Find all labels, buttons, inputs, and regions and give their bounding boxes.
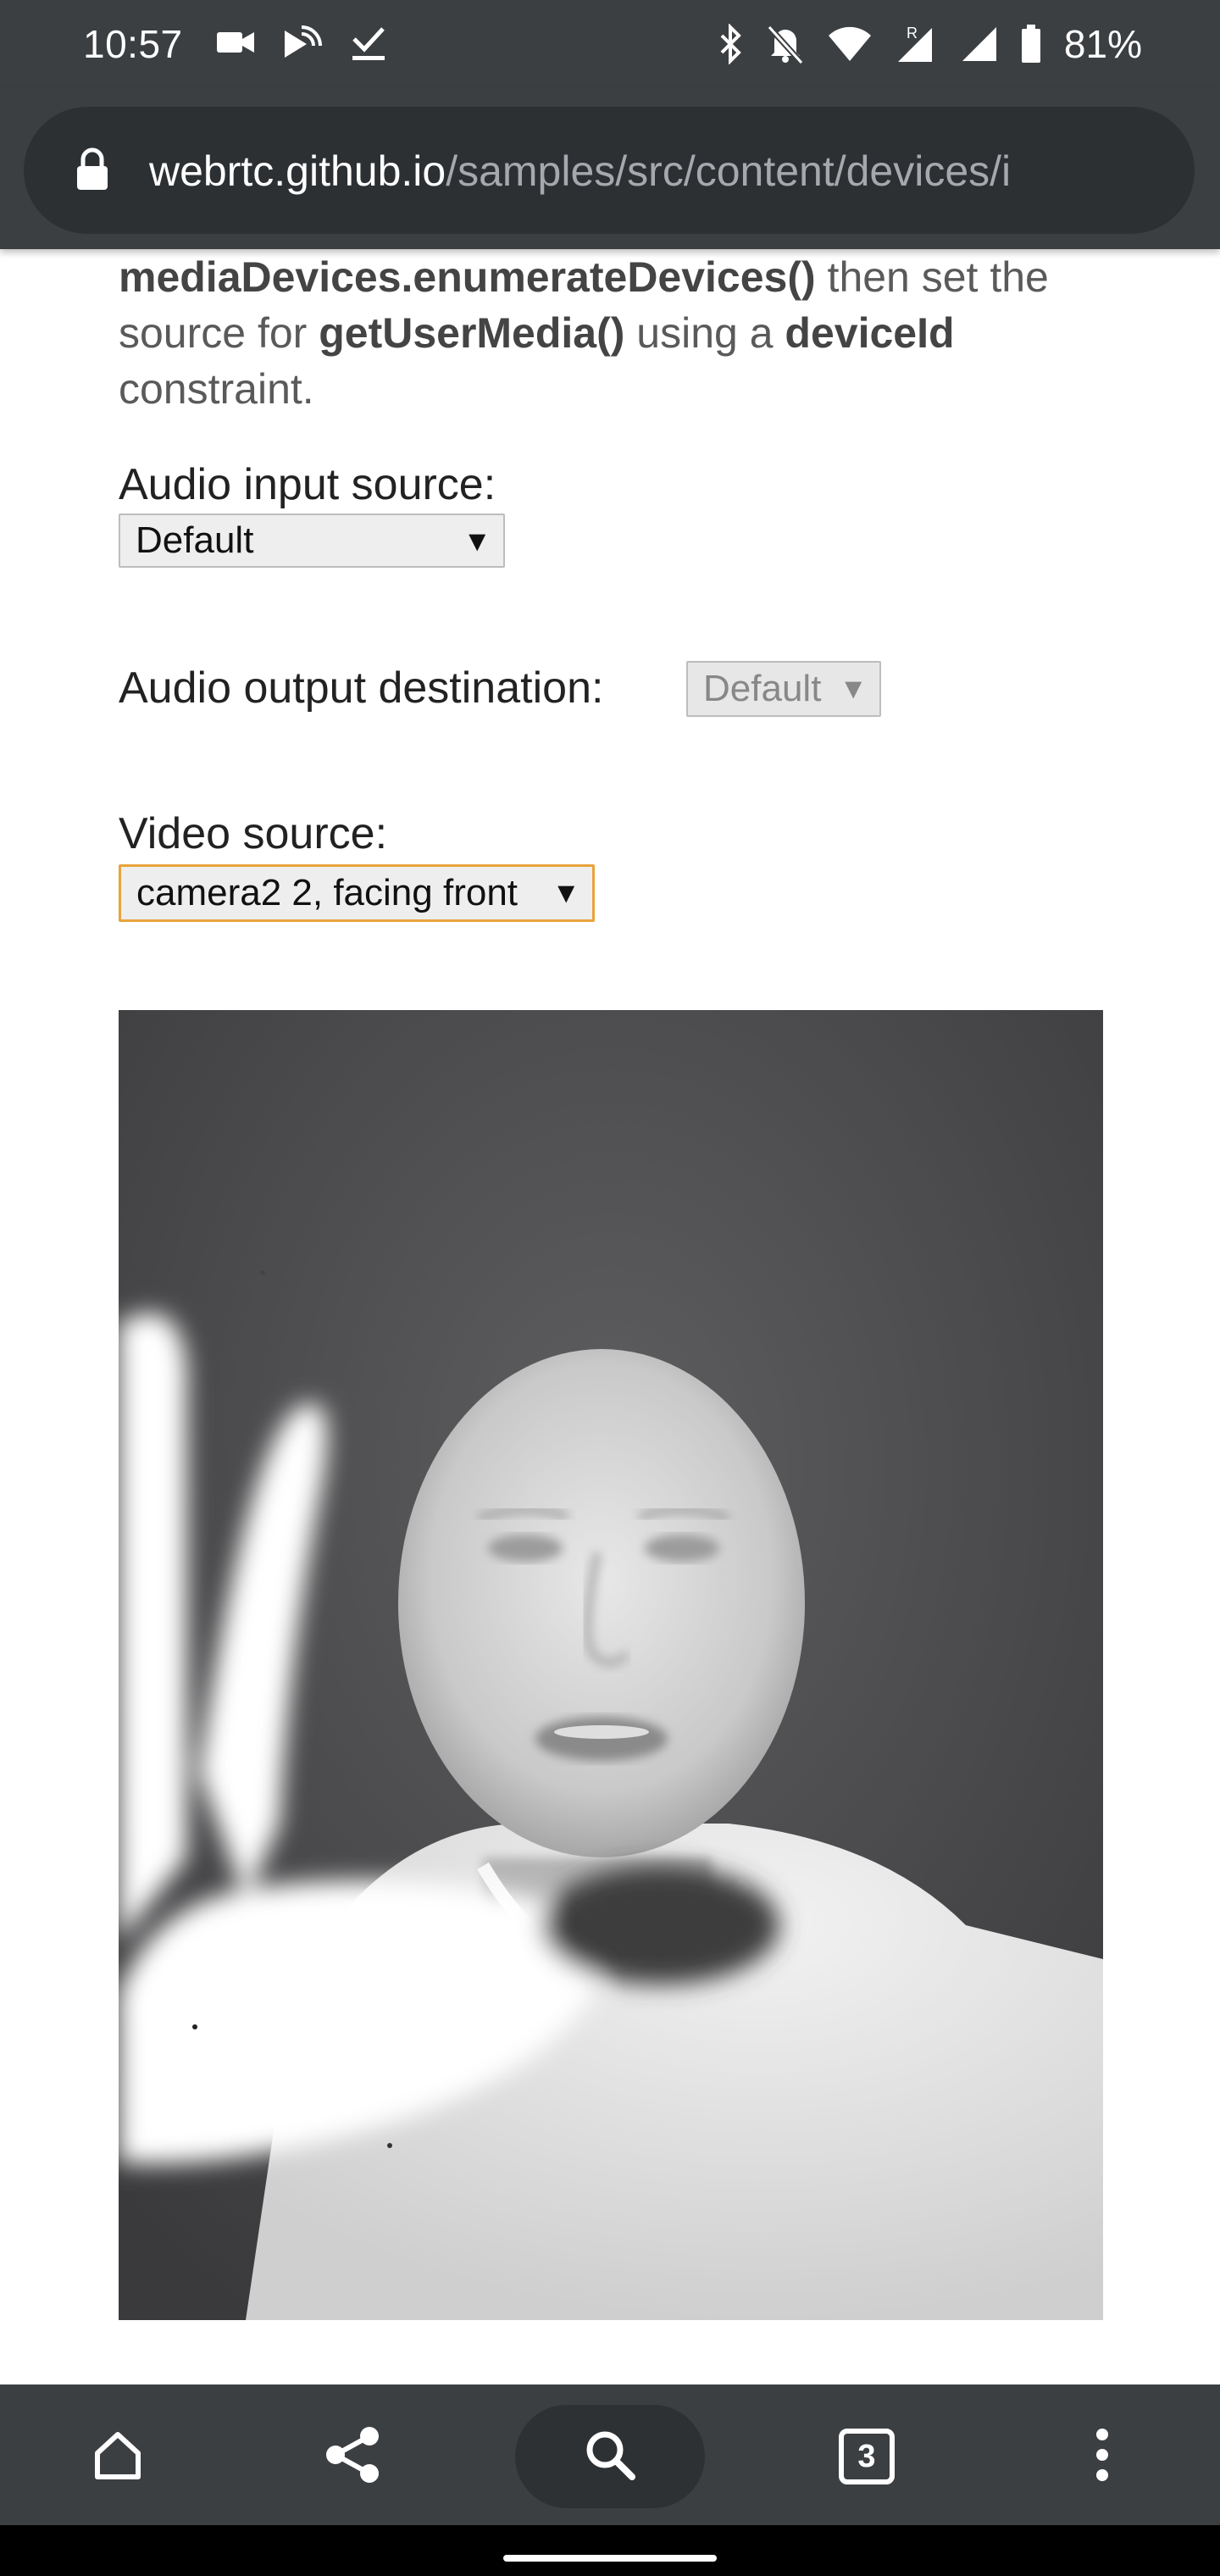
page-content: mediaDevices.enumerateDevices() then set… — [0, 249, 1220, 2384]
home-gesture-handle[interactable] — [503, 2555, 717, 2562]
audio-output-selected: Default — [703, 668, 822, 709]
lock-icon — [75, 146, 110, 197]
search-icon — [583, 2428, 637, 2486]
url-path: /samples/src/content/devices/i — [446, 147, 1012, 195]
tab-switcher-button[interactable]: 3 — [820, 2410, 913, 2503]
intro-paragraph: mediaDevices.enumerateDevices() then set… — [119, 249, 1118, 417]
code-device-id: deviceId — [785, 309, 955, 357]
bell-off-icon — [766, 24, 805, 64]
wifi-icon — [827, 25, 873, 63]
search-button-icon-wrap[interactable] — [563, 2410, 657, 2503]
audio-output-label: Audio output destination: — [119, 663, 604, 713]
video-preview — [119, 1010, 1103, 2320]
dropdown-arrow-icon: ▼ — [463, 525, 491, 558]
system-nav-bar — [0, 2525, 1220, 2576]
home-button[interactable] — [71, 2410, 164, 2503]
share-button[interactable] — [307, 2410, 400, 2503]
intro-text-3: constraint. — [119, 365, 314, 413]
svg-text:R: R — [907, 25, 918, 42]
more-icon — [1094, 2428, 1111, 2486]
tab-count: 3 — [839, 2429, 895, 2484]
share-icon — [324, 2424, 383, 2490]
battery-icon — [1020, 25, 1042, 64]
dropdown-arrow-icon: ▼ — [839, 673, 868, 705]
bottom-toolbar: 3 — [0, 2384, 1220, 2525]
audio-input-label: Audio input source: — [119, 460, 496, 509]
status-right-icons: R 81% — [718, 20, 1142, 68]
audio-input-selected: Default — [136, 519, 254, 561]
cast-icon — [281, 24, 324, 61]
code-get-user-media: getUserMedia() — [319, 309, 625, 357]
home-icon — [91, 2428, 145, 2486]
bluetooth-icon — [718, 24, 744, 64]
battery-percent: 81% — [1063, 22, 1142, 66]
url-domain: webrtc.github.io — [149, 147, 446, 195]
signal-roaming-icon: R — [895, 23, 939, 65]
browser-toolbar: webrtc.github.io/samples/src/content/dev… — [0, 88, 1220, 249]
code-enumerate-devices: mediaDevices.enumerateDevices() — [119, 253, 816, 301]
status-bar: 10:57 R 81% — [0, 0, 1220, 88]
status-left-icons — [215, 24, 388, 61]
audio-output-select[interactable]: Default ▼ — [686, 661, 881, 717]
signal-icon — [961, 25, 998, 63]
camera-feed-image — [119, 1010, 1103, 2320]
audio-input-select[interactable]: Default ▼ — [119, 514, 505, 568]
intro-text-2: using a — [624, 309, 785, 357]
address-bar[interactable]: webrtc.github.io/samples/src/content/dev… — [24, 107, 1195, 234]
video-source-label: Video source: — [119, 809, 388, 858]
url-text[interactable]: webrtc.github.io/samples/src/content/dev… — [149, 146, 1011, 197]
video-source-select[interactable]: camera2 2, facing front ▼ — [119, 864, 595, 922]
download-done-icon — [349, 24, 388, 61]
dropdown-arrow-icon: ▼ — [552, 877, 580, 909]
more-button[interactable] — [1056, 2410, 1149, 2503]
video-call-icon — [215, 27, 256, 58]
video-source-selected: camera2 2, facing front — [136, 872, 518, 913]
status-time: 10:57 — [83, 22, 183, 66]
